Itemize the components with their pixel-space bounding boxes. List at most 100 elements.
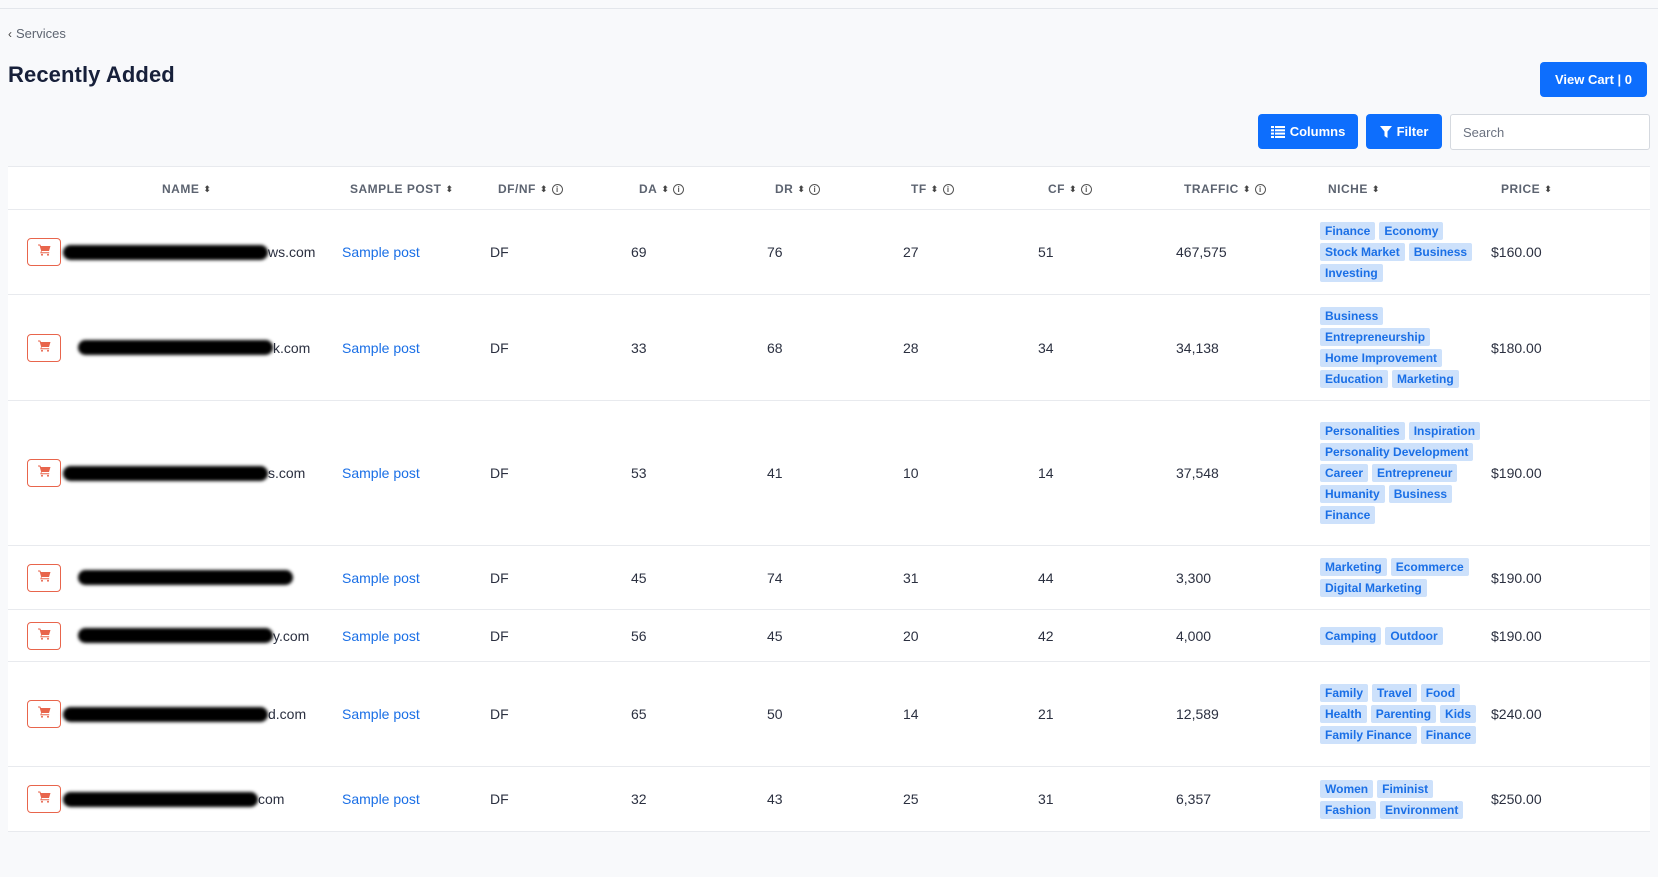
column-header-dfnf[interactable]: DF/NF ⬍ i — [498, 167, 563, 211]
niche-tag[interactable]: Kids — [1440, 705, 1477, 723]
niche-tag[interactable]: Personalities — [1320, 422, 1405, 440]
column-header-dr[interactable]: DR ⬍ i — [775, 167, 821, 211]
niche-tag[interactable]: Women — [1320, 779, 1374, 798]
niche-tag[interactable]: Family Finance — [1320, 726, 1417, 744]
domain-suffix: s.com — [268, 465, 306, 481]
niche-tag[interactable]: Finance — [1320, 222, 1376, 240]
niche-tag[interactable]: Health — [1320, 705, 1367, 723]
niche-tag[interactable]: Entrepreneur — [1372, 464, 1458, 482]
services-table: NAME ⬍ SAMPLE POST ⬍ DF/NF ⬍ i DA ⬍ i DR ⬍ i TF ⬍… — [8, 166, 1650, 832]
dfnf-cell: DF — [490, 244, 509, 260]
sample-post-link[interactable]: Sample post — [342, 340, 420, 356]
column-header-niche[interactable]: NICHE ⬍ — [1328, 167, 1380, 211]
sample-post-link[interactable]: Sample post — [342, 628, 420, 644]
columns-icon — [1270, 125, 1285, 138]
niche-tag[interactable]: Environment — [1380, 800, 1464, 819]
column-header-sample-post[interactable]: SAMPLE POST ⬍ — [350, 167, 454, 211]
column-header-name[interactable]: NAME ⬍ — [162, 167, 211, 211]
shopping-cart-icon — [37, 627, 51, 645]
niche-tags: Personalities Inspiration Personality Deve… — [1320, 401, 1490, 545]
price-cell: $250.00 — [1491, 791, 1542, 807]
niche-tag[interactable]: Humanity — [1320, 485, 1385, 503]
add-to-cart-button[interactable] — [27, 238, 61, 266]
add-to-cart-button[interactable] — [27, 621, 61, 650]
niche-tag[interactable]: Finance — [1420, 726, 1477, 744]
table-row: com Sample post DF 32 43 25 31 6,357 Wom… — [8, 767, 1650, 832]
traffic-cell: 37,548 — [1176, 465, 1219, 481]
dr-cell: 76 — [767, 244, 783, 260]
traffic-cell: 12,589 — [1176, 706, 1219, 722]
traffic-cell: 34,138 — [1176, 339, 1219, 356]
filter-button[interactable]: Filter — [1366, 114, 1442, 149]
niche-tag[interactable]: Family — [1320, 684, 1369, 702]
niche-tag[interactable]: Marketing — [1320, 558, 1387, 576]
view-cart-button[interactable]: View Cart | 0 — [1540, 62, 1647, 97]
shopping-cart-icon — [37, 569, 51, 587]
niche-tag[interactable]: Fiminist — [1377, 779, 1434, 798]
dr-cell: 74 — [767, 569, 783, 586]
add-to-cart-button[interactable] — [27, 333, 61, 362]
niche-tag[interactable]: Food — [1420, 684, 1461, 702]
add-to-cart-button[interactable] — [27, 700, 61, 728]
price-cell: $190.00 — [1491, 569, 1542, 586]
niche-tag[interactable]: Travel — [1372, 684, 1417, 702]
sort-icon: ⬍ — [797, 183, 806, 194]
column-header-price[interactable]: PRICE ⬍ — [1501, 167, 1552, 211]
niche-tag[interactable]: Ecommerce — [1390, 558, 1469, 576]
add-to-cart-button[interactable] — [27, 785, 61, 813]
niche-tag[interactable]: Camping — [1320, 626, 1382, 645]
niche-tag[interactable]: Business — [1388, 485, 1453, 503]
redacted-domain — [63, 791, 258, 807]
search-input[interactable] — [1450, 114, 1650, 150]
traffic-cell: 4,000 — [1176, 627, 1212, 644]
add-to-cart-button[interactable] — [27, 459, 61, 487]
table-body: ws.com Sample post DF 69 76 27 51 467,57… — [8, 210, 1650, 832]
column-header-cf[interactable]: CF ⬍ i — [1048, 167, 1093, 211]
niche-tag[interactable]: Digital Marketing — [1320, 579, 1427, 597]
sample-post-link[interactable]: Sample post — [342, 706, 420, 722]
niche-tag[interactable]: Home Improvement — [1320, 349, 1443, 367]
niche-tag[interactable]: Inspiration — [1408, 422, 1481, 440]
dr-cell: 41 — [767, 465, 783, 481]
niche-tag[interactable]: Economy — [1379, 222, 1444, 240]
traffic-cell: 467,575 — [1176, 244, 1227, 260]
add-to-cart-button[interactable] — [27, 563, 61, 592]
sort-icon: ⬍ — [1371, 183, 1380, 194]
info-icon[interactable]: i — [809, 183, 821, 195]
columns-button[interactable]: Columns — [1258, 114, 1358, 149]
price-cell: $240.00 — [1491, 706, 1542, 722]
niche-tag[interactable]: Personality Development — [1320, 443, 1474, 461]
niche-tag[interactable]: Parenting — [1370, 705, 1437, 723]
column-header-da[interactable]: DA ⬍ i — [639, 167, 685, 211]
cf-cell: 44 — [1038, 569, 1054, 586]
niche-tag[interactable]: Business — [1320, 307, 1384, 325]
sample-post-link[interactable]: Sample post — [342, 791, 420, 807]
niche-tag[interactable]: Marketing — [1392, 370, 1459, 388]
niche-tag[interactable]: Stock Market — [1320, 243, 1405, 261]
cf-cell: 21 — [1038, 706, 1054, 722]
sample-post-link[interactable]: Sample post — [342, 570, 420, 586]
info-icon[interactable]: i — [551, 183, 563, 195]
sample-post-link[interactable]: Sample post — [342, 244, 420, 260]
info-icon[interactable]: i — [673, 183, 685, 195]
niche-tag[interactable]: Entrepreneurship — [1320, 328, 1431, 346]
tf-cell: 28 — [903, 339, 919, 356]
niche-tag[interactable]: Business — [1408, 243, 1473, 261]
info-icon[interactable]: i — [942, 183, 954, 195]
breadcrumb[interactable]: ‹ Services — [8, 26, 66, 41]
column-header-traffic[interactable]: TRAFFIC ⬍ i — [1184, 167, 1266, 211]
niche-tag[interactable]: Fashion — [1320, 800, 1377, 819]
niche-tag[interactable]: Education — [1320, 370, 1389, 388]
info-icon[interactable]: i — [1254, 183, 1266, 195]
niche-tag[interactable]: Investing — [1320, 264, 1383, 282]
niche-tag[interactable]: Finance — [1320, 506, 1376, 524]
price-cell: $180.00 — [1491, 339, 1542, 356]
info-icon[interactable]: i — [1081, 183, 1093, 195]
niche-tag[interactable]: Outdoor — [1385, 626, 1443, 645]
traffic-cell: 6,357 — [1176, 791, 1212, 807]
tf-cell: 31 — [903, 569, 919, 586]
niche-tag[interactable]: Career — [1320, 464, 1369, 482]
column-header-tf[interactable]: TF ⬍ i — [911, 167, 954, 211]
sample-post-link[interactable]: Sample post — [342, 465, 420, 481]
breadcrumb-link[interactable]: Services — [16, 26, 66, 41]
